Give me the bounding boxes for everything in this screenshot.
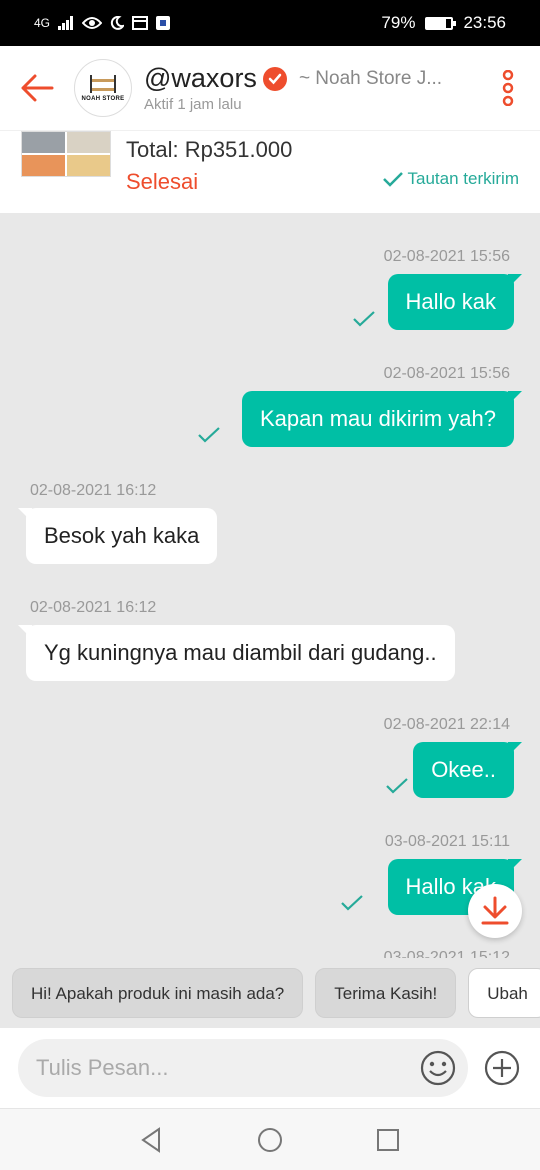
add-attachment-icon[interactable] <box>484 1050 520 1086</box>
verified-badge-icon <box>262 66 287 91</box>
bunk-bed-logo-icon <box>90 75 116 93</box>
message-input-bar <box>0 1028 540 1108</box>
message-timestamp: 02-08-2021 22:14 <box>383 716 510 733</box>
message-bubble-outgoing[interactable]: Okee.. <box>413 742 522 798</box>
nav-back-icon[interactable] <box>139 1126 165 1153</box>
active-status: Aktif 1 jam lalu <box>144 96 242 113</box>
store-avatar[interactable]: NOAH STORE <box>74 59 132 117</box>
moon-icon <box>110 16 125 30</box>
link-sent-label: Tautan terkirim <box>407 169 519 188</box>
chat-username[interactable]: @waxors <box>144 63 257 94</box>
message-timestamp: 02-08-2021 16:12 <box>30 599 157 616</box>
more-vertical-icon <box>502 70 514 106</box>
scroll-to-bottom-button[interactable] <box>468 884 522 938</box>
message-list[interactable]: 02-08-2021 15:56 Hallo kak 02-08-2021 15… <box>0 213 540 958</box>
card-icon <box>132 16 149 30</box>
quick-replies: Hi! Apakah produk ini masih ada? Terima … <box>0 958 540 1028</box>
order-status: Selesai <box>126 169 199 194</box>
sent-check-icon <box>386 778 408 794</box>
message-bubble-outgoing[interactable]: Hallo kak <box>387 274 523 330</box>
signal-icon <box>58 16 74 30</box>
nav-recents-icon[interactable] <box>375 1127 401 1153</box>
more-options-button[interactable] <box>476 46 540 130</box>
quick-reply-chip[interactable]: Terima Kasih! <box>315 968 457 1018</box>
download-arrow-icon <box>481 896 509 925</box>
clock: 23:56 <box>463 13 506 32</box>
order-total: Total: Rp351.000 <box>126 137 293 162</box>
app-notification-icon <box>156 16 171 30</box>
status-bar: 4G 79% 23:56 <box>0 0 540 46</box>
battery-icon <box>425 16 457 30</box>
network-indicator: 4G <box>34 16 51 30</box>
message-timestamp: 03-08-2021 15:12 <box>383 949 510 958</box>
product-thumbnail <box>21 131 111 177</box>
quick-reply-chip[interactable]: Ubah <box>468 968 540 1018</box>
quick-reply-chip[interactable]: Hi! Apakah produk ini masih ada? <box>12 968 304 1018</box>
sent-check-icon <box>198 427 220 443</box>
message-input-container <box>18 1039 468 1097</box>
message-bubble-outgoing[interactable]: Kapan mau dikirim yah? <box>241 391 523 447</box>
sent-check-icon <box>353 311 375 327</box>
eye-icon <box>82 17 103 29</box>
sent-check-icon <box>341 895 363 911</box>
emoji-icon[interactable] <box>420 1050 456 1086</box>
message-bubble-incoming[interactable]: Yg kuningnya mau diambil dari gudang.. <box>18 625 455 681</box>
message-input[interactable] <box>36 1055 396 1081</box>
system-nav-bar <box>0 1108 540 1170</box>
back-button[interactable] <box>0 46 74 130</box>
message-timestamp: 02-08-2021 15:56 <box>383 248 510 265</box>
nav-home-icon[interactable] <box>257 1127 283 1153</box>
message-bubble-incoming[interactable]: Besok yah kaka <box>17 508 218 564</box>
order-card[interactable]: Total: Rp351.000 Selesai Tautan terkirim <box>0 130 540 213</box>
check-icon <box>382 172 403 187</box>
message-timestamp: 03-08-2021 15:11 <box>384 833 510 850</box>
link-sent-status: Tautan terkirim <box>382 169 519 189</box>
store-name[interactable]: ~ Noah Store J... <box>299 68 442 90</box>
battery-percentage: 79% <box>381 13 416 32</box>
message-timestamp: 02-08-2021 16:12 <box>30 482 157 499</box>
message-timestamp: 02-08-2021 15:56 <box>383 365 510 382</box>
store-logo-text: NOAH STORE <box>81 96 125 102</box>
back-arrow-icon <box>21 74 54 102</box>
chat-header: NOAH STORE @waxors ~ Noah Store J... Akt… <box>0 46 540 130</box>
